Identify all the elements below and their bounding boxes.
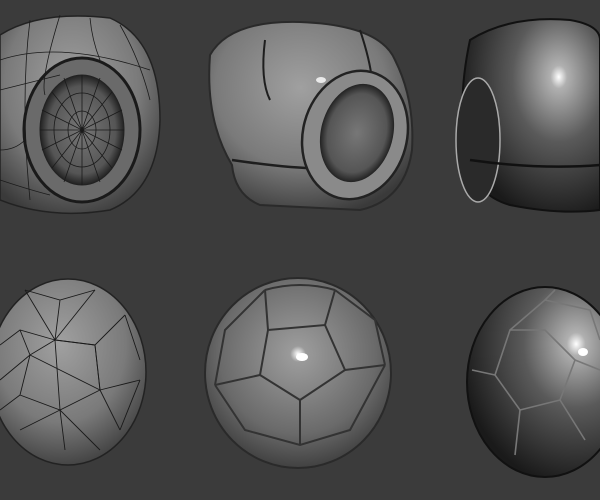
cap-smooth-glossy — [455, 18, 600, 213]
soccer-ball-smooth — [204, 277, 392, 469]
soccer-ball-glossy — [466, 286, 600, 478]
viewport — [0, 0, 600, 500]
soccer-ball-wireframe — [0, 278, 147, 466]
cap-wireframe — [0, 14, 161, 215]
render-canvas — [0, 14, 600, 478]
cap-smooth — [208, 20, 414, 212]
